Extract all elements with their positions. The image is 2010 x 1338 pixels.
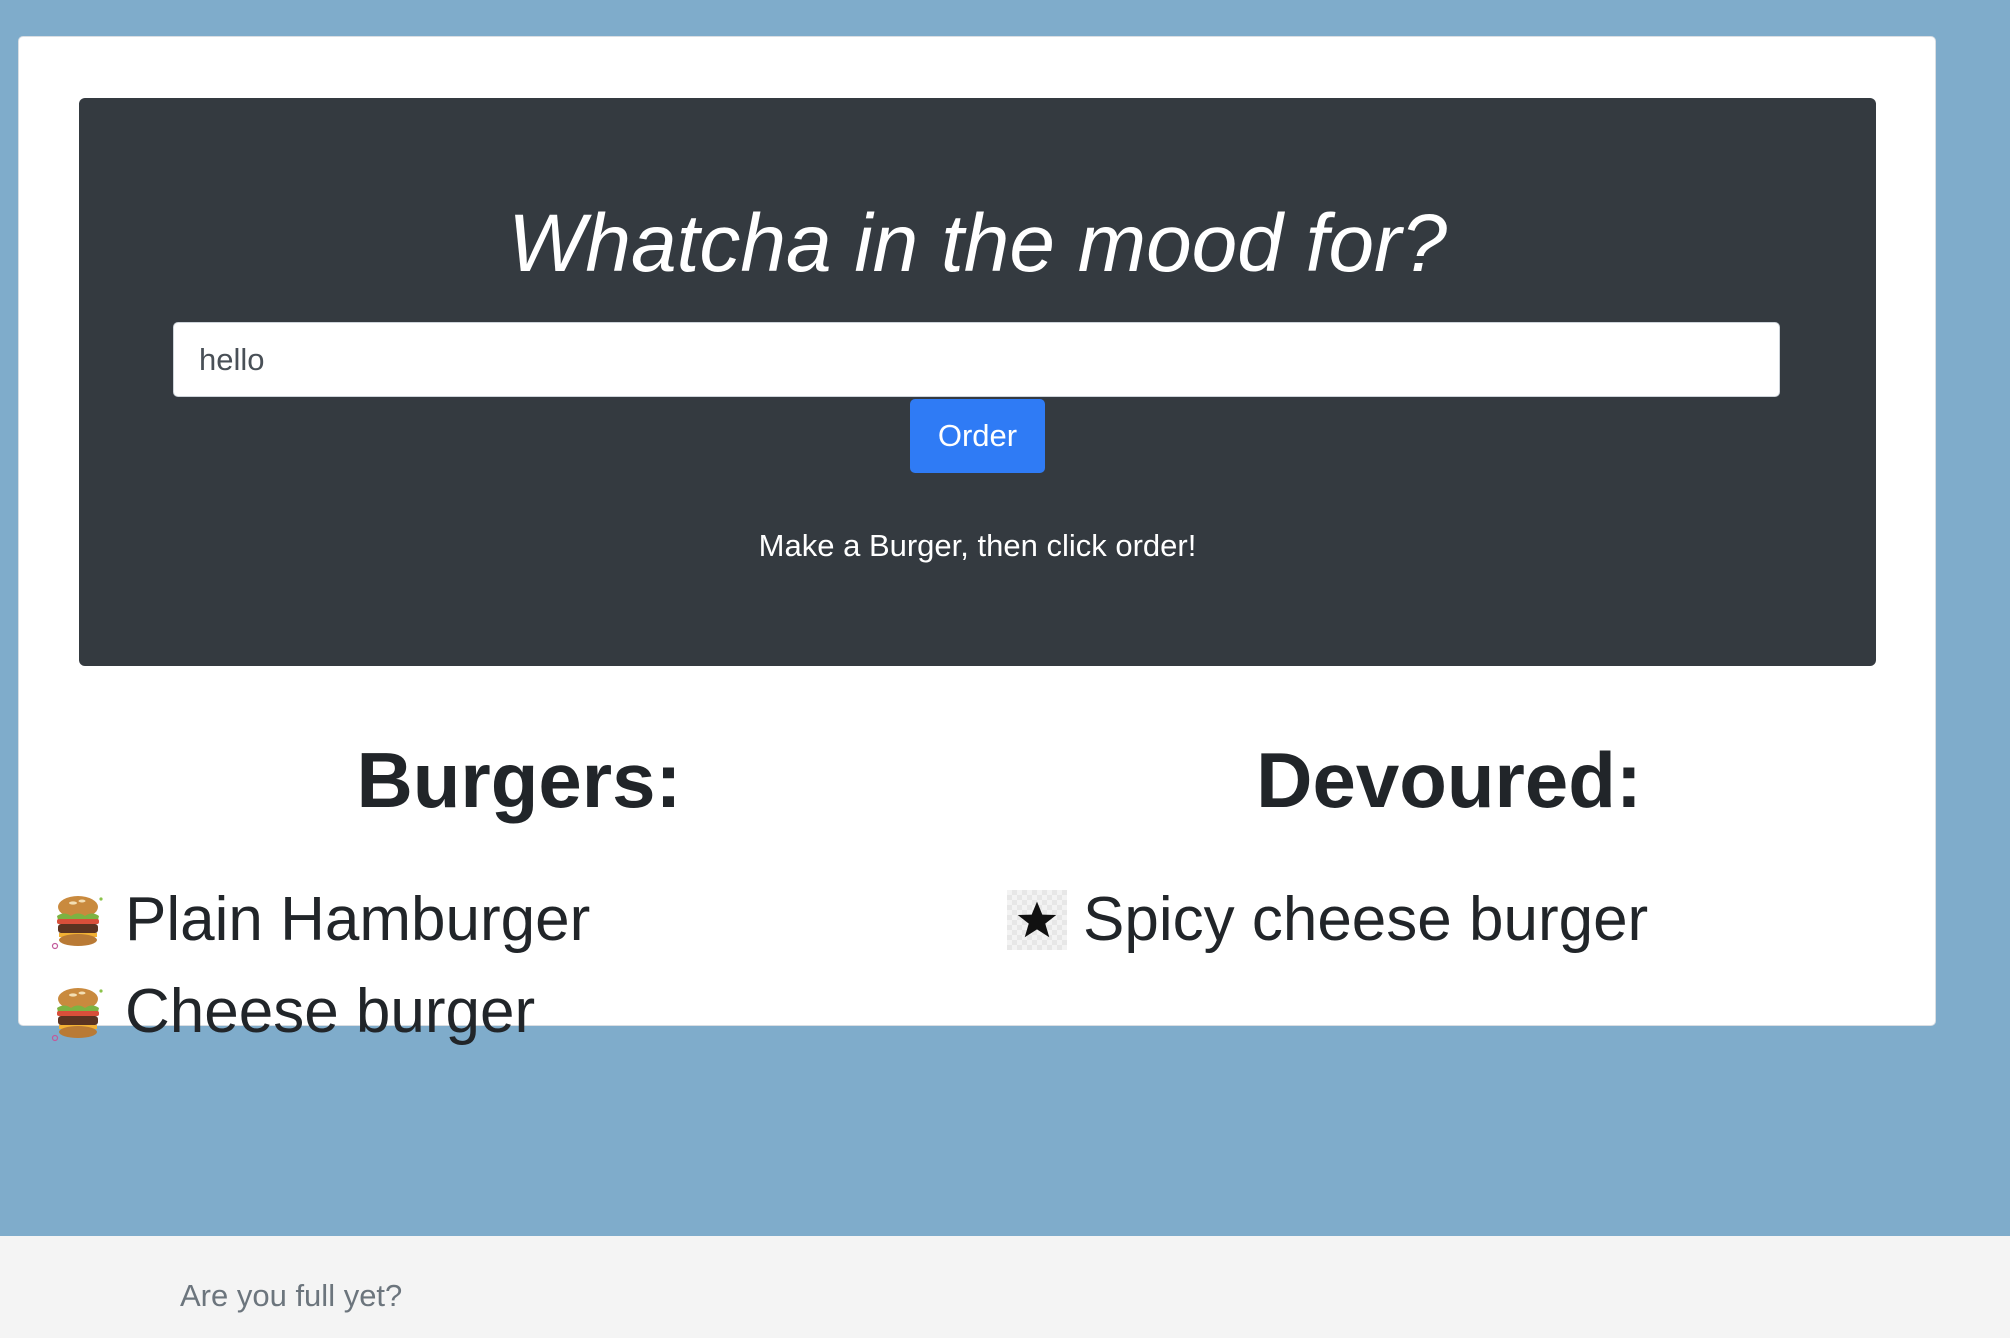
order-button[interactable]: Order	[910, 399, 1045, 473]
burger-name: Cheese burger	[125, 977, 536, 1046]
instruction-text: Make a Burger, then click order!	[758, 528, 1197, 563]
devoured-burger-name: Spicy cheese burger	[1083, 885, 1649, 954]
devoured-heading: Devoured:	[1256, 736, 1642, 824]
burger-icon[interactable]	[49, 889, 107, 951]
burger-list-item[interactable]: Cheese burger	[49, 977, 535, 1047]
devoured-list-item: Spicy cheese burger	[1007, 885, 1648, 955]
burger-icon[interactable]	[49, 981, 107, 1043]
order-jumbotron: Whatcha in the mood for? Order Make a Bu…	[79, 98, 1876, 666]
burger-name-input[interactable]	[173, 322, 1780, 397]
main-card: Whatcha in the mood for? Order Make a Bu…	[18, 36, 1936, 1043]
footer-text: Are you full yet?	[180, 1278, 403, 1313]
star-icon	[1007, 890, 1067, 950]
burgers-heading: Burgers:	[356, 736, 682, 824]
page-title: Whatcha in the mood for?	[508, 198, 1447, 289]
footer: Are you full yet?	[0, 1236, 2010, 1338]
burger-name: Plain Hamburger	[125, 885, 591, 954]
burger-list-item[interactable]: Plain Hamburger	[49, 885, 590, 955]
